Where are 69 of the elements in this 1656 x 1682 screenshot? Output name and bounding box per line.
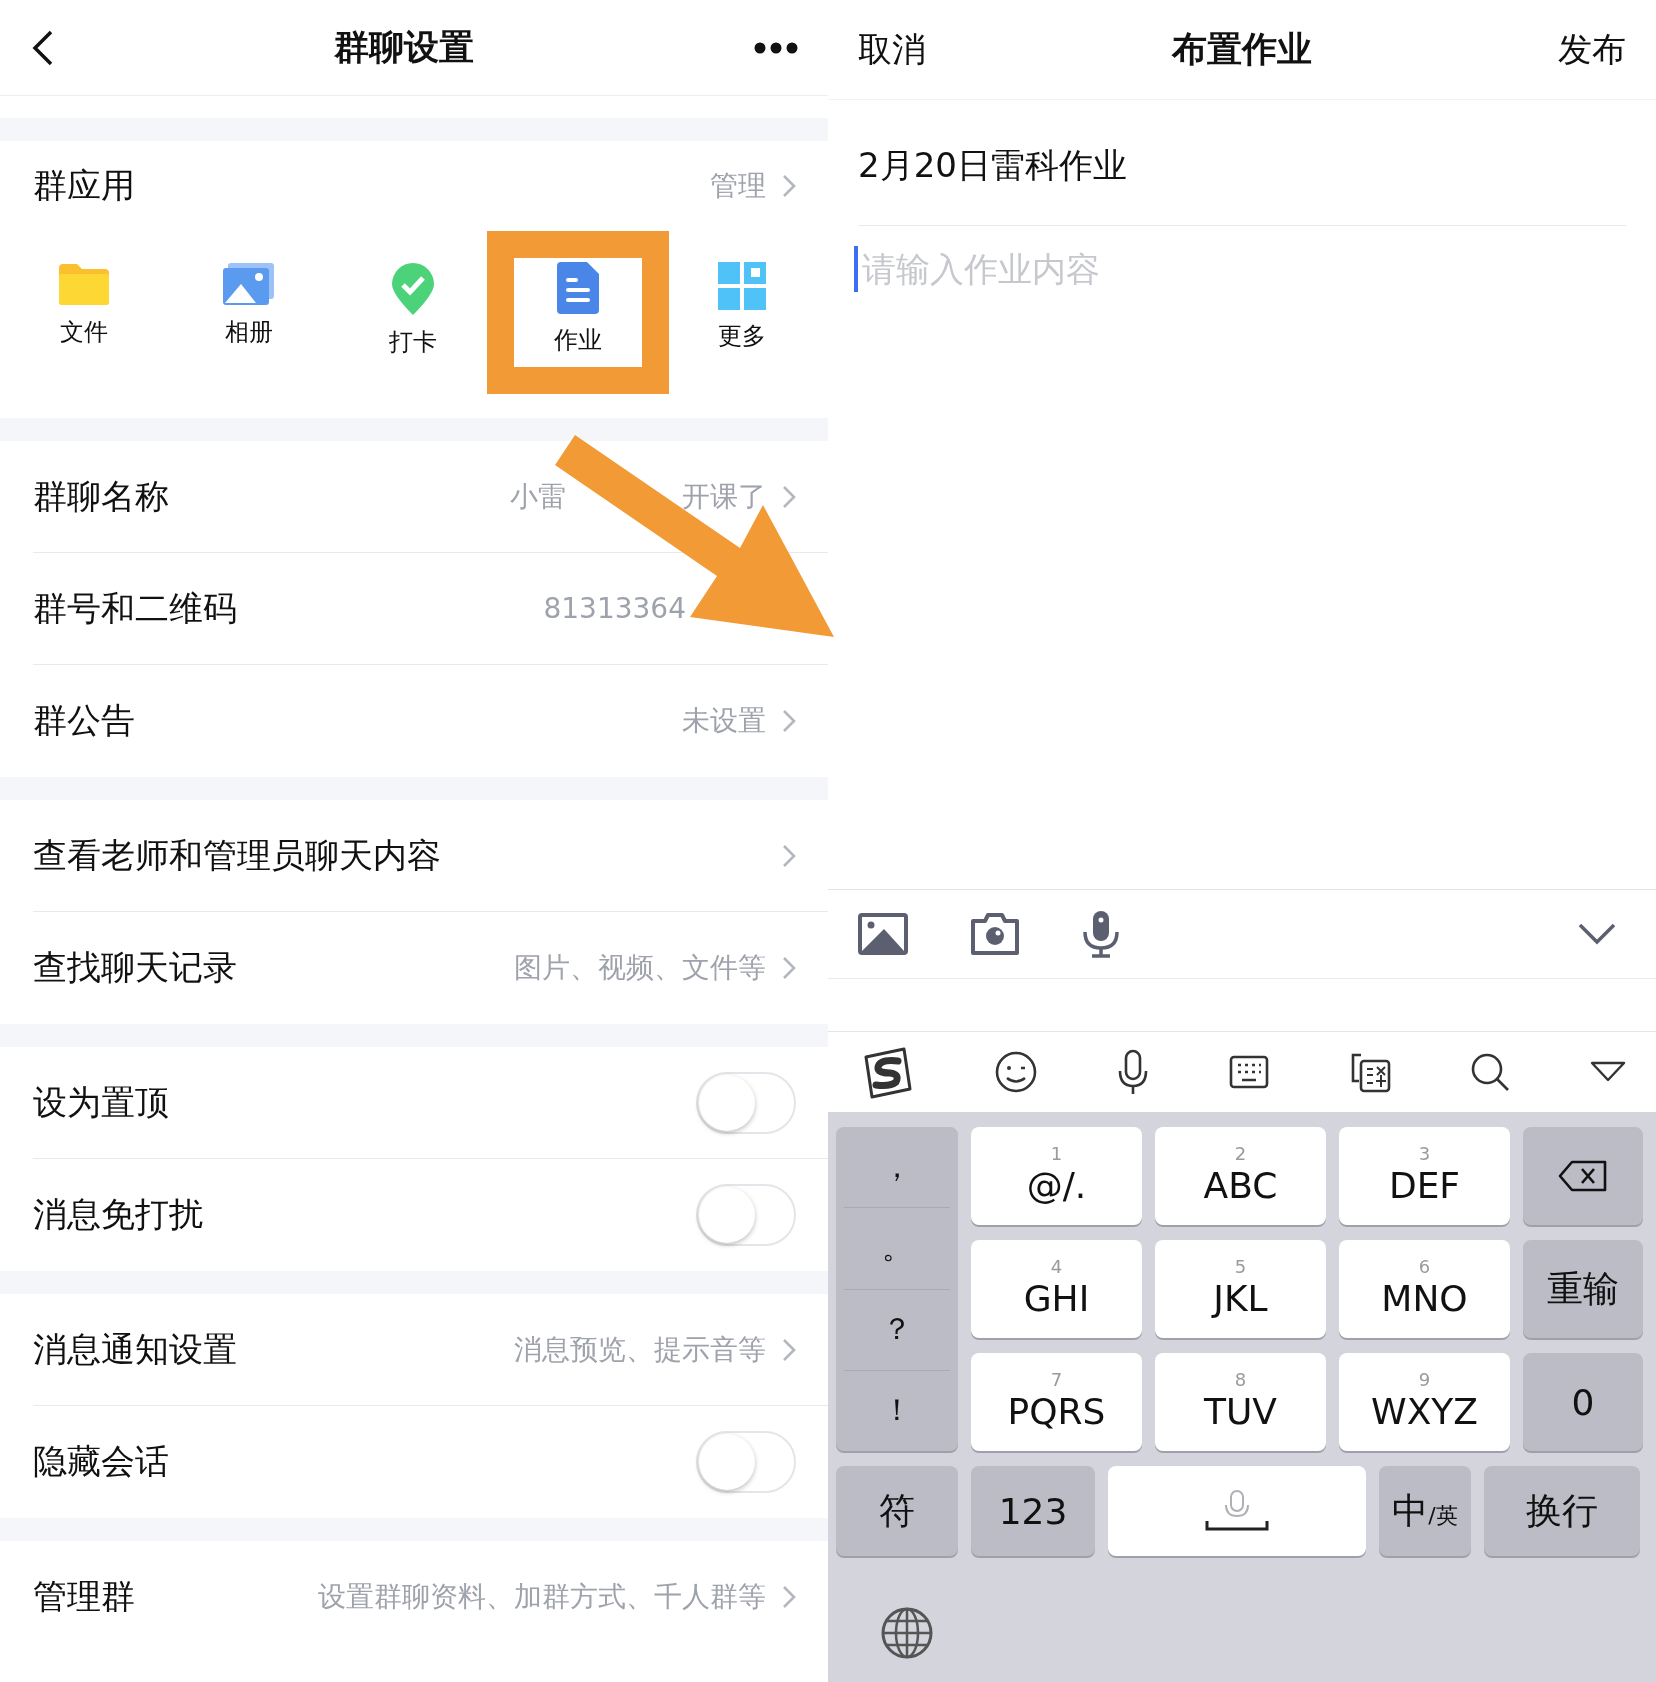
- keyboard-key[interactable]: 1 @/.: [971, 1127, 1142, 1225]
- keyboard-icon[interactable]: [1228, 1055, 1269, 1089]
- setting-value: 开课了: [682, 478, 766, 515]
- grid-icon: [718, 262, 766, 310]
- app-item[interactable]: 文件: [20, 258, 148, 367]
- keyboard-key[interactable]: 123: [971, 1466, 1095, 1556]
- back-icon[interactable]: [32, 29, 54, 66]
- setting-label: 群聊名称: [33, 474, 170, 518]
- keyboard-key[interactable]: 重输: [1523, 1240, 1643, 1338]
- more-icon[interactable]: [754, 41, 798, 54]
- toggle-switch[interactable]: [696, 1071, 796, 1134]
- section-title: 群应用: [33, 164, 136, 207]
- picture-icon: [221, 262, 276, 306]
- globe-icon[interactable]: [880, 1606, 934, 1660]
- keyboard-key[interactable]: 符: [836, 1466, 958, 1556]
- setting-label: 查看老师和管理员聊天内容: [33, 833, 442, 877]
- collapse-chevron-icon[interactable]: [1578, 923, 1616, 945]
- cancel-button[interactable]: 取消: [858, 26, 926, 73]
- toggle-switch[interactable]: [696, 1431, 796, 1493]
- setting-label: 设为置顶: [33, 1080, 170, 1124]
- setting-value: 未设置: [682, 703, 766, 739]
- microphone-icon[interactable]: [1117, 1049, 1150, 1095]
- keyboard-key[interactable]: 2 ABC: [1155, 1127, 1326, 1225]
- text-cursor: [854, 246, 858, 292]
- search-icon[interactable]: [1470, 1052, 1511, 1092]
- chevron-icon: [782, 174, 796, 198]
- setting-label: 群公告: [33, 699, 136, 742]
- setting-label: 消息通知设置: [33, 1327, 238, 1371]
- publish-button[interactable]: 发布: [1558, 26, 1626, 73]
- setting-label: 隐藏会话: [33, 1440, 170, 1483]
- content-field[interactable]: 请输入作业内容: [858, 249, 1462, 289]
- keyboard-key[interactable]: 7 PQRS: [971, 1353, 1142, 1451]
- image-icon[interactable]: [858, 913, 908, 955]
- setting-label: 群号和二维码: [33, 586, 238, 630]
- setting-value: 设置群聊资料、加群方式、千人群等: [318, 1579, 766, 1615]
- setting-label: 管理群: [33, 1575, 136, 1618]
- setting-value: 消息预览、提示音等: [514, 1331, 766, 1368]
- keyboard-key[interactable]: 9 WXYZ: [1339, 1353, 1510, 1451]
- keyboard-key[interactable]: 8 TUV: [1155, 1353, 1326, 1451]
- keyboard-key[interactable]: 0: [1523, 1353, 1643, 1451]
- app-item[interactable]: 打卡: [349, 258, 477, 367]
- setting-value: 图片、视频、文件等: [514, 950, 766, 986]
- document-icon: [556, 262, 599, 314]
- folder-icon: [57, 262, 111, 306]
- location-check-icon: [390, 262, 436, 316]
- setting-label: 查找聊天记录: [33, 946, 238, 989]
- keyboard-key[interactable]: 3 DEF: [1339, 1127, 1510, 1225]
- app-item[interactable]: 更多: [678, 258, 806, 367]
- setting-value: 81313364: [543, 592, 686, 625]
- page-title: 布置作业: [1172, 28, 1312, 71]
- keyboard-key[interactable]: 换行: [1484, 1466, 1640, 1556]
- backspace-icon: [1558, 1160, 1608, 1192]
- dropdown-triangle-icon[interactable]: [1589, 1061, 1626, 1083]
- backspace-key[interactable]: [1523, 1127, 1643, 1225]
- keyboard-key[interactable]: 4 GHI: [971, 1240, 1142, 1338]
- camera-icon[interactable]: [970, 913, 1020, 955]
- keyboard-key[interactable]: 5 JKL: [1155, 1240, 1326, 1338]
- toggle-switch[interactable]: [696, 1184, 796, 1246]
- page-title: 群聊设置: [334, 26, 474, 69]
- app-item[interactable]: 作业: [513, 258, 642, 367]
- punctuation-column[interactable]: ， 。 ？ ！: [836, 1127, 958, 1451]
- app-item[interactable]: 相册: [184, 258, 313, 367]
- setting-label: 消息免打扰: [33, 1193, 204, 1236]
- space-mic-icon: [1205, 1489, 1269, 1533]
- homework-title: 2月20日雷科作业: [858, 143, 1127, 187]
- microphone-icon[interactable]: [1082, 910, 1120, 958]
- setting-value: 小雷: [510, 478, 566, 515]
- keyboard-key[interactable]: 6 MNO: [1339, 1240, 1510, 1338]
- smiley-icon[interactable]: [993, 1050, 1038, 1094]
